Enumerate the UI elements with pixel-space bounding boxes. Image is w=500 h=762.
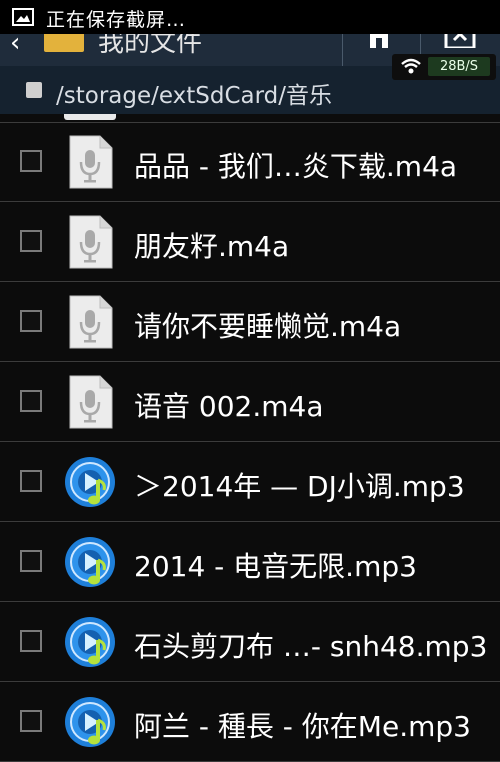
music-player-icon <box>64 455 116 509</box>
select-checkbox[interactable] <box>20 470 42 492</box>
file-row[interactable]: 语音 002.m4a <box>0 363 500 442</box>
status-bar: 正在保存截屏… <box>0 0 500 34</box>
folder-icon <box>44 34 84 52</box>
status-notification-text: 正在保存截屏… <box>46 9 187 31</box>
select-checkbox[interactable] <box>20 230 42 252</box>
back-chevron-icon[interactable]: ‹ <box>10 34 20 58</box>
file-row[interactable]: 品品 - 我们…炎下载.m4a <box>0 123 500 202</box>
file-row[interactable]: 请你不要睡懒觉.m4a <box>0 283 500 362</box>
select-checkbox[interactable] <box>20 150 42 172</box>
page-title: 我的文件 <box>98 34 203 58</box>
file-name: 阿兰 - 種長 - 你在Me.mp3 <box>134 710 471 743</box>
wifi-icon <box>401 58 421 74</box>
screenshot-notification-icon <box>12 8 34 26</box>
file-name: 2014 - 电音无限.mp3 <box>134 550 417 583</box>
music-player-icon <box>64 615 116 669</box>
file-name: 朋友籽.m4a <box>134 230 290 263</box>
file-name: 语音 002.m4a <box>134 390 324 423</box>
current-path[interactable]: /storage/extSdCard/音乐 <box>56 76 332 110</box>
music-player-icon <box>64 535 116 589</box>
select-checkbox[interactable] <box>20 550 42 572</box>
audio-document-icon <box>68 134 114 190</box>
select-checkbox[interactable] <box>20 390 42 412</box>
file-name: 石头剪刀布 …- snh48.mp3 <box>134 630 488 663</box>
select-checkbox[interactable] <box>20 310 42 332</box>
music-player-icon <box>64 695 116 749</box>
file-name: ＞2014年 — DJ小调.mp3 <box>134 470 465 503</box>
file-row[interactable]: 石头剪刀布 …- snh48.mp3 <box>0 603 500 682</box>
file-name: 品品 - 我们…炎下载.m4a <box>134 150 458 183</box>
file-list: 品品 - 我们…炎下载.m4a 朋友籽.m4a 请你不要睡懒觉.m4a 语音 002.… <box>0 114 500 762</box>
file-row[interactable]: 2014 - 电音无限.mp3 <box>0 523 500 602</box>
audio-document-icon <box>68 294 114 350</box>
home-icon[interactable] <box>366 34 392 48</box>
net-speed-value: 28B/S <box>428 57 490 76</box>
audio-document-icon <box>68 214 114 270</box>
sd-card-icon <box>26 82 42 98</box>
audio-document-icon <box>68 374 114 430</box>
file-row[interactable]: 阿兰 - 種長 - 你在Me.mp3 <box>0 683 500 762</box>
select-checkbox[interactable] <box>20 630 42 652</box>
network-speed-indicator: 28B/S <box>392 54 496 80</box>
file-name: 请你不要睡懒觉.m4a <box>134 310 402 343</box>
up-folder-icon[interactable] <box>444 34 476 48</box>
file-row[interactable]: 朋友籽.m4a <box>0 203 500 282</box>
select-checkbox[interactable] <box>20 710 42 732</box>
divider <box>342 34 343 66</box>
file-row[interactable]: ＞2014年 — DJ小调.mp3 <box>0 443 500 522</box>
